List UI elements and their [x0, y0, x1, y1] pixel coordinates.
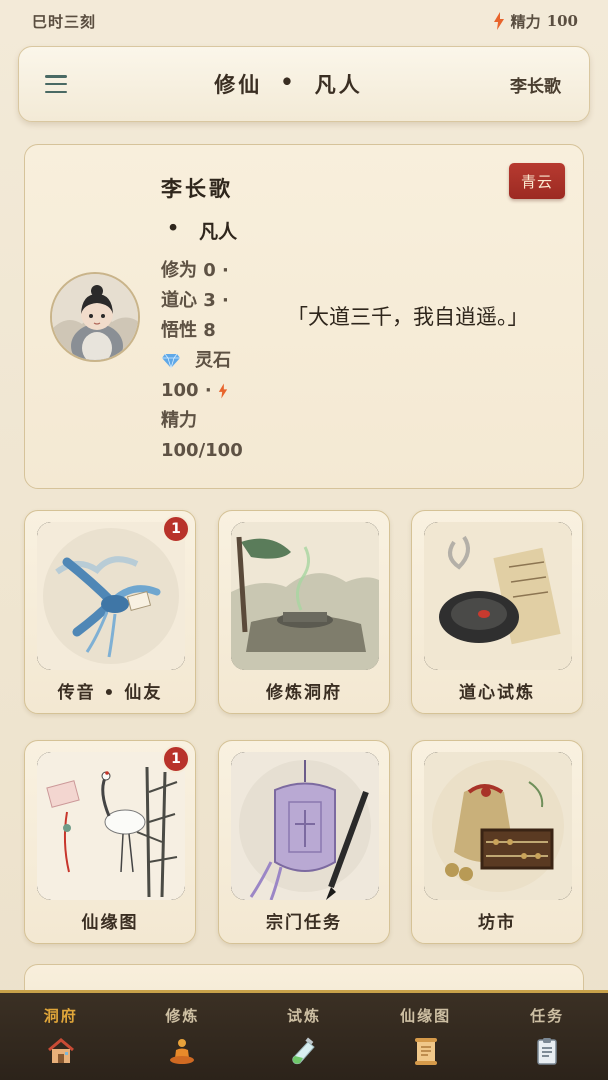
crane-bamboo-illustration: [37, 752, 185, 900]
tile-label: 道心试炼: [459, 683, 535, 703]
notification-badge: 1: [162, 745, 190, 773]
spirit-stone-value: 100 ·: [161, 380, 212, 401]
header-username[interactable]: 李长歌: [510, 72, 561, 97]
diamond-icon: [162, 353, 180, 369]
house-icon: [47, 1038, 74, 1063]
tile-dao-trial[interactable]: 道心试炼: [411, 510, 583, 714]
nav-item-cave[interactable]: 洞府: [6, 1005, 116, 1066]
tile-label: 坊市: [478, 913, 516, 933]
avatar[interactable]: [50, 272, 140, 362]
stat-comprehension: 悟性 8: [161, 320, 216, 341]
meditation-icon: [170, 1039, 195, 1064]
tile-sect-tasks[interactable]: 宗门任务: [218, 740, 390, 944]
title-part-2: 凡人: [314, 72, 363, 97]
nav-label: 试炼: [286, 1007, 321, 1025]
notification-badge: 1: [162, 515, 190, 543]
energy-value: 100: [546, 12, 578, 30]
clipboard-icon: [537, 1038, 557, 1065]
stat-spirit-stone-value: 100 ·: [161, 376, 271, 406]
inkstone-scroll-illustration: [424, 522, 572, 670]
profile-info: 李长歌 • 凡人 修为 0 · 道心 3 · 悟性 8 灵石 100 · 精力 …: [161, 173, 271, 466]
energy-label: 精力: [510, 12, 541, 31]
profile-realm: • 凡人: [161, 217, 271, 244]
title-separator: •: [280, 69, 297, 94]
stat-dao-heart: 道心 3 ·: [161, 290, 229, 311]
stat-energy-value: 100/100: [161, 440, 243, 461]
page-title: 修仙 • 凡人: [214, 69, 362, 99]
profile-stats: 修为 0 · 道心 3 · 悟性 8 灵石 100 · 精力 100/100: [161, 256, 271, 466]
hamburger-menu-icon[interactable]: [45, 75, 67, 93]
nav-item-cultivate[interactable]: 修炼: [127, 1005, 237, 1066]
sect-badge[interactable]: 青云: [509, 163, 565, 199]
nav-label: 修炼: [165, 1007, 200, 1025]
status-time: 巳时三刻: [32, 12, 97, 31]
avatar-portrait-icon: [52, 274, 138, 360]
jade-token-illustration: [231, 752, 379, 900]
nav-label: 洞府: [43, 1007, 78, 1025]
stat-energy-label: 精力: [161, 410, 197, 431]
tile-cave-cultivation[interactable]: 修炼洞府: [218, 510, 390, 714]
nav-item-fate-map[interactable]: 仙缘图: [371, 1005, 481, 1066]
scroll-icon: [414, 1038, 437, 1065]
stat-spirit-stone: 灵石: [161, 346, 271, 376]
nav-label: 仙缘图: [400, 1007, 452, 1025]
tile-market[interactable]: 坊市: [411, 740, 583, 944]
crane-letter-illustration: [37, 522, 185, 670]
bottom-nav: 洞府 修炼 试炼 仙缘图 任务: [0, 990, 608, 1080]
money-pouch-abacus-illustration: [424, 752, 572, 900]
profile-name: 李长歌: [161, 176, 233, 201]
nav-label: 任务: [530, 1007, 565, 1025]
lightning-icon: [218, 383, 227, 399]
nav-item-trial[interactable]: 试炼: [249, 1005, 359, 1066]
app-header: 修仙 • 凡人 李长歌: [18, 46, 590, 122]
realm-separator: •: [167, 217, 180, 239]
potion-icon: [292, 1037, 315, 1065]
status-energy: 精力 100: [493, 11, 578, 32]
profile-card: 李长歌 • 凡人 修为 0 · 道心 3 · 悟性 8 灵石 100 · 精力 …: [24, 144, 584, 489]
cave-altar-illustration: [231, 522, 379, 670]
profile-motto: 「大道三千，我自逍遥。」: [287, 305, 529, 329]
lightning-icon: [493, 12, 504, 30]
spirit-stone-label: 灵石: [195, 350, 231, 371]
tile-label: 仙缘图: [81, 913, 139, 933]
stat-cultivation: 修为 0 ·: [161, 260, 229, 281]
tile-label: 传音 • 仙友: [57, 683, 163, 703]
title-part-1: 修仙: [214, 72, 263, 97]
tile-label: 宗门任务: [266, 913, 342, 933]
tile-fate-map[interactable]: 仙缘图 1: [24, 740, 196, 944]
nav-item-tasks[interactable]: 任务: [492, 1005, 602, 1066]
realm-value: 凡人: [199, 221, 238, 243]
status-bar: 巳时三刻 精力 100: [0, 0, 608, 42]
tile-label: 修炼洞府: [266, 683, 342, 703]
tile-messages[interactable]: 传音 • 仙友 1: [24, 510, 196, 714]
